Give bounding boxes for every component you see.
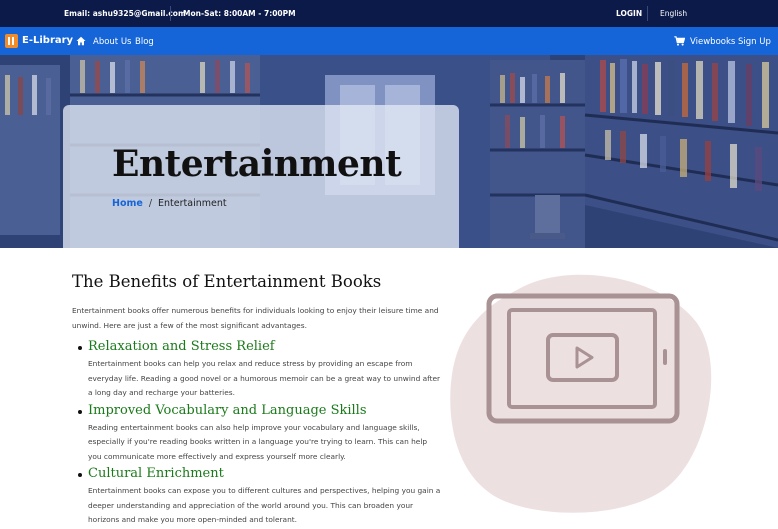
- divider: [170, 6, 171, 21]
- breadcrumb: Home / Entertainment: [112, 198, 227, 209]
- section-intro: Entertainment books offer numerous benef…: [72, 306, 439, 330]
- benefit-title: Cultural Enrichment: [88, 466, 224, 481]
- nav-viewbooks[interactable]: Viewbooks: [690, 37, 735, 47]
- benefit-text: Entertainment books can help you relax a…: [88, 359, 441, 397]
- list-item: Cultural Enrichment Entertainment books …: [72, 464, 442, 528]
- home-icon[interactable]: [76, 36, 86, 46]
- tablet-video-illustration-icon: [450, 274, 712, 513]
- divider: [647, 6, 648, 21]
- top-info-bar: Email: ashu9325@Gmail.com Mon-Sat: 8:00A…: [0, 0, 778, 27]
- hero-banner: Entertainment Home / Entertainment: [0, 55, 778, 248]
- list-item: Improved Vocabulary and Language Skills …: [72, 401, 442, 465]
- library-logo-icon[interactable]: [5, 34, 18, 48]
- nav-blog[interactable]: Blog: [135, 37, 154, 47]
- nav-about-us[interactable]: About Us: [93, 37, 131, 47]
- cart-icon[interactable]: [674, 36, 685, 46]
- login-link[interactable]: LOGIN: [616, 9, 642, 18]
- list-item: Relaxation and Stress Relief Entertainme…: [72, 337, 442, 401]
- business-hours: Mon-Sat: 8:00AM - 7:00PM: [183, 9, 296, 18]
- nav-sign-up[interactable]: Sign Up: [738, 37, 771, 47]
- benefits-section: The Benefits of Entertainment Books Ente…: [72, 272, 442, 528]
- breadcrumb-separator: /: [148, 198, 153, 209]
- contact-email: Email: ashu9325@Gmail.com: [64, 9, 186, 18]
- breadcrumb-current: Entertainment: [158, 198, 227, 209]
- benefit-text: Reading entertainment books can also hel…: [88, 422, 428, 461]
- main-navbar: E-Library About Us Blog Viewbooks Sign U…: [0, 27, 778, 55]
- benefit-title: Improved Vocabulary and Language Skills: [88, 402, 367, 418]
- language-selector[interactable]: English: [660, 9, 687, 18]
- benefits-list: Relaxation and Stress Relief Entertainme…: [72, 337, 442, 528]
- benefit-text: Entertainment books can expose you to di…: [88, 486, 441, 524]
- benefit-title: Relaxation and Stress Relief: [88, 339, 275, 354]
- page-title: Entertainment: [112, 143, 402, 185]
- breadcrumb-home-link[interactable]: Home: [112, 198, 143, 209]
- brand-name[interactable]: E-Library: [22, 35, 73, 46]
- section-heading: The Benefits of Entertainment Books: [72, 272, 382, 291]
